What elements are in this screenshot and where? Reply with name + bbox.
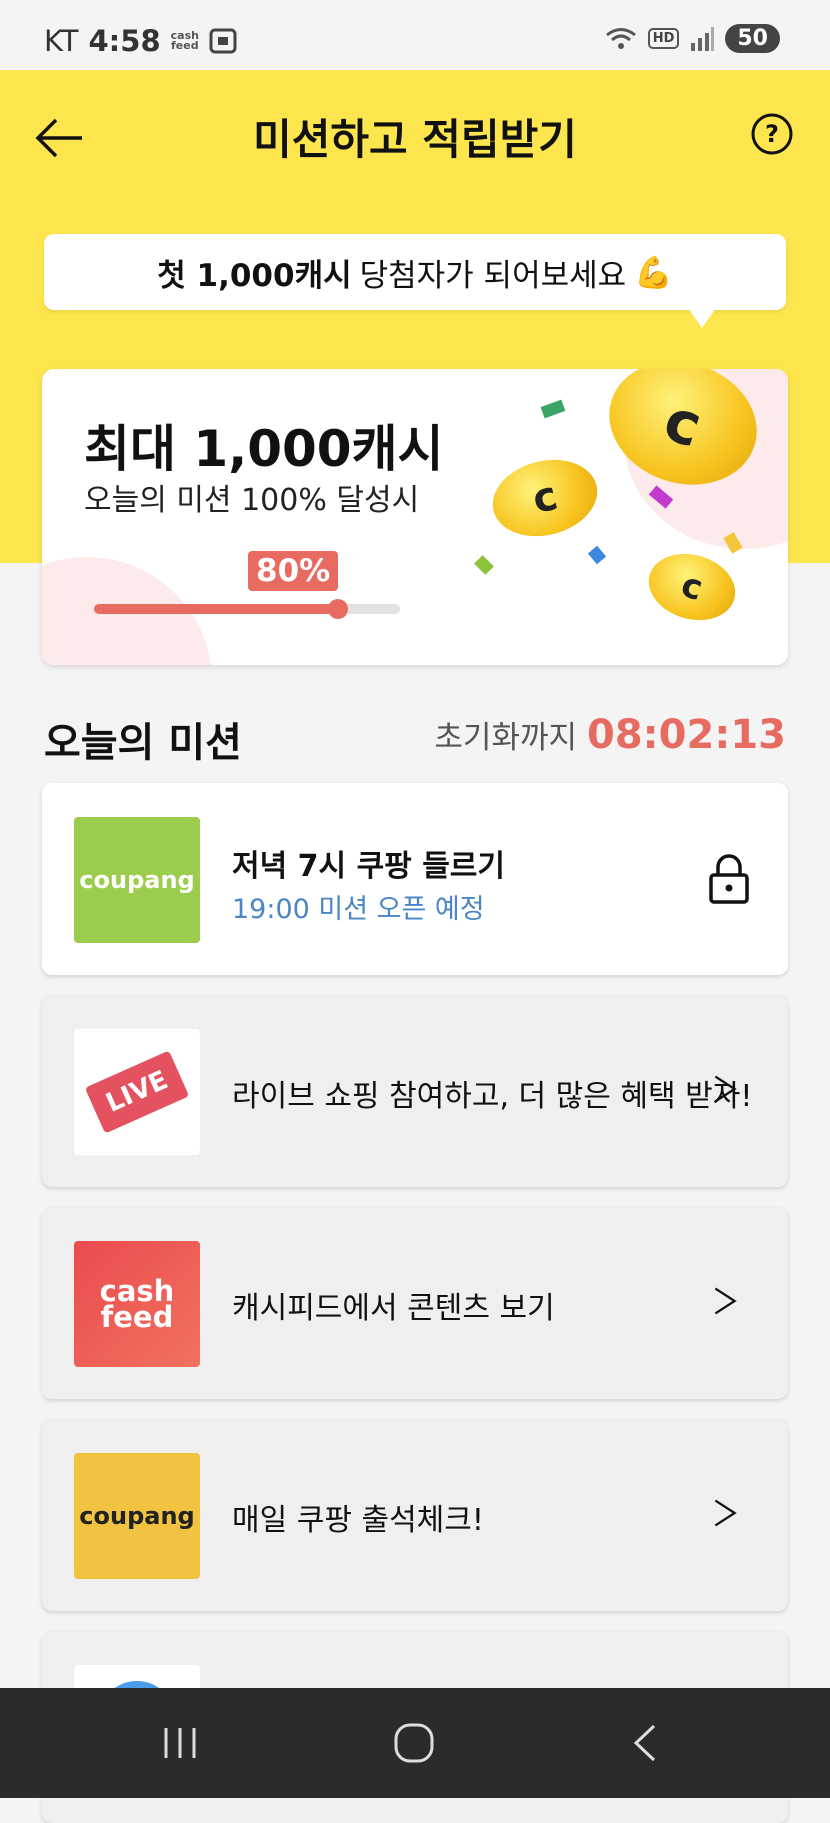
mission-card[interactable]: coupang 매일 쿠팡 출석체크! bbox=[42, 1419, 788, 1611]
status-left: KT 4:58 cash feed bbox=[44, 24, 237, 58]
coupang-logo: coupang bbox=[74, 817, 200, 943]
progress-percent: 80% bbox=[248, 551, 339, 591]
hd-badge: HD bbox=[647, 28, 680, 49]
chevron-right-icon bbox=[714, 1499, 737, 1527]
mission-title: 캐시피드에서 콘텐츠 보기 bbox=[232, 1291, 555, 1326]
screenshot-icon bbox=[209, 28, 237, 54]
reward-title: 최대 1,000캐시 bbox=[84, 420, 444, 478]
nav-back-icon[interactable] bbox=[616, 1718, 676, 1768]
chevron-right-icon bbox=[714, 1075, 737, 1103]
progress-knob bbox=[327, 599, 348, 619]
wifi-icon bbox=[605, 27, 636, 49]
confetti bbox=[474, 555, 494, 575]
live-logo: LIVE bbox=[74, 1029, 200, 1155]
confetti bbox=[540, 399, 566, 419]
tooltip-arrow bbox=[688, 308, 716, 328]
confetti bbox=[587, 545, 607, 565]
reward-subtitle: 오늘의 미션 100% 달성시 bbox=[84, 483, 420, 518]
progress-bar bbox=[94, 599, 400, 619]
carrier: KT bbox=[44, 24, 79, 58]
lock-icon bbox=[709, 854, 749, 904]
clock: 4:58 bbox=[88, 24, 161, 58]
reset-label: 초기화까지 bbox=[434, 720, 578, 756]
coupang-logo: coupang bbox=[74, 1453, 200, 1579]
app-header: 미션하고 적립받기 ? bbox=[0, 70, 830, 200]
progress-fill bbox=[94, 599, 348, 619]
svg-text:?: ? bbox=[765, 120, 779, 148]
mission-title: 매일 쿠팡 출석체크! bbox=[232, 1503, 484, 1538]
cashfeed-notification-icon: cash feed bbox=[170, 29, 199, 52]
help-icon[interactable]: ? bbox=[750, 112, 794, 156]
mission-card[interactable]: coupang 저녁 7시 쿠팡 들르기 19:00 미션 오픈 예정 bbox=[42, 783, 788, 975]
mission-subtitle: 19:00 미션 오픈 예정 bbox=[232, 894, 485, 925]
logo-text: feed bbox=[100, 1300, 174, 1334]
recent-apps-icon[interactable] bbox=[150, 1718, 210, 1768]
home-icon[interactable] bbox=[384, 1718, 444, 1768]
coin-icon: c bbox=[640, 544, 744, 630]
mission-card[interactable]: cash feed 캐시피드에서 콘텐츠 보기 bbox=[42, 1207, 788, 1399]
tooltip-text: 당첨자가 되어보세요 bbox=[359, 257, 627, 294]
promo-tooltip: 첫 1,000캐시 당첨자가 되어보세요 💪 bbox=[44, 234, 786, 310]
reward-card: 최대 1,000캐시 오늘의 미션 100% 달성시 80% c c c bbox=[42, 369, 788, 665]
logo-text: coupang bbox=[79, 1502, 195, 1530]
flexed-biceps-icon: 💪 bbox=[634, 254, 673, 291]
live-tag: LIVE bbox=[84, 1050, 190, 1134]
reset-timer: 초기화까지 08:02:13 bbox=[434, 712, 786, 758]
coin-icon: c bbox=[484, 449, 606, 547]
cashfeed-logo: cash feed bbox=[74, 1241, 200, 1367]
logo-text: coupang bbox=[79, 866, 195, 894]
system-nav-bar bbox=[0, 1688, 830, 1798]
battery-level: 50 bbox=[725, 24, 780, 53]
chevron-right-icon bbox=[714, 1287, 737, 1315]
mission-title: 라이브 쇼핑 참여하고, 더 많은 혜택 받자! bbox=[232, 1079, 753, 1114]
section-title: 오늘의 미션 bbox=[44, 720, 242, 766]
reset-countdown: 08:02:13 bbox=[587, 712, 786, 758]
signal-icon bbox=[691, 26, 715, 51]
status-right: HD 50 bbox=[604, 24, 780, 53]
tooltip-bold: 첫 1,000캐시 bbox=[157, 257, 352, 294]
page-title: 미션하고 적립받기 bbox=[253, 115, 577, 164]
mission-card[interactable]: LIVE 라이브 쇼핑 참여하고, 더 많은 혜택 받자! bbox=[42, 995, 788, 1187]
status-bar: KT 4:58 cash feed HD 50 bbox=[0, 0, 830, 70]
logo-text: LIVE bbox=[101, 1065, 173, 1119]
mission-title: 저녁 7시 쿠팡 들르기 bbox=[232, 849, 506, 884]
